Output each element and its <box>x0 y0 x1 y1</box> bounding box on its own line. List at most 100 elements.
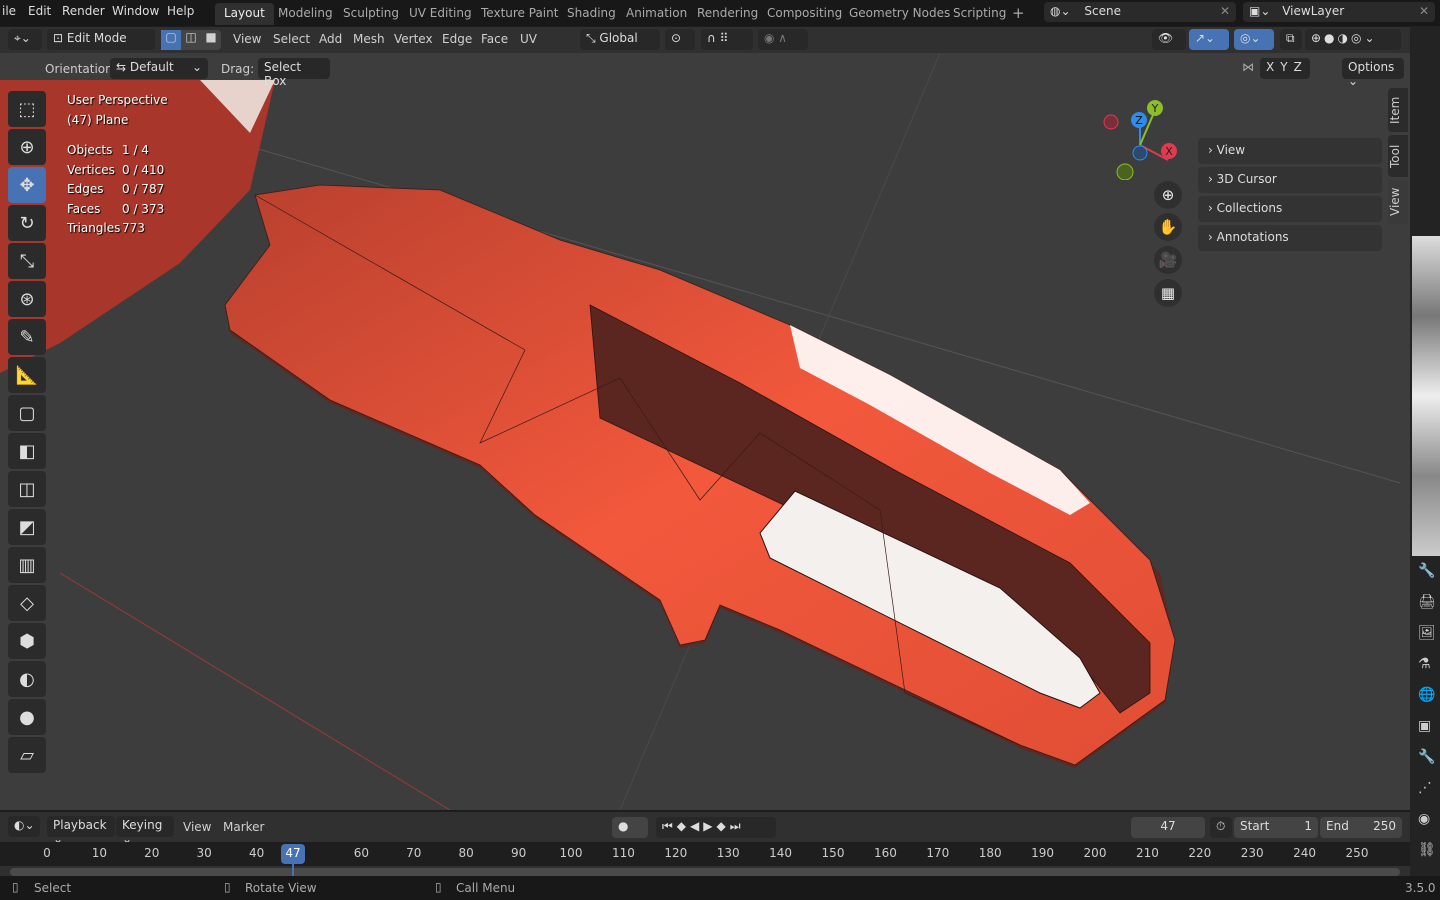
axis-z-toggle[interactable]: Z <box>1294 60 1308 74</box>
face-select-icon[interactable]: ■ <box>201 30 221 50</box>
scale-icon[interactable]: ⤡ <box>8 243 46 279</box>
annotate-icon[interactable]: ✎ <box>8 319 46 355</box>
tab-tool[interactable]: Tool <box>1388 135 1408 177</box>
editor-type-icon[interactable]: ⌖⌄ <box>8 29 42 50</box>
edge-slide-icon[interactable]: ▱ <box>8 737 46 773</box>
navigation-gizmo[interactable]: Y Z X <box>1095 95 1185 180</box>
menu-help[interactable]: Help <box>167 4 194 18</box>
menu-file[interactable]: ile <box>2 4 16 18</box>
vertex-select-icon[interactable]: ▢ <box>161 30 181 50</box>
3d-viewport[interactable]: Orientation: ⇆ Default ⌄ Drag: Select Bo… <box>0 53 1410 810</box>
xray-icon[interactable]: ⧉ <box>1280 29 1302 50</box>
add-workspace-icon[interactable]: + <box>1012 4 1025 22</box>
loop-cut-icon[interactable]: ▥ <box>8 547 46 583</box>
playback-menu[interactable]: Playback ⌄ <box>47 816 115 846</box>
transform-orientation-dropdown[interactable]: ⤡ Global <box>580 29 660 50</box>
tab-view[interactable]: View <box>1388 180 1408 224</box>
mode-dropdown[interactable]: ⊡ Edit Mode <box>47 29 155 50</box>
add-cube-icon[interactable]: ▢ <box>8 395 46 431</box>
menu-edge[interactable]: Edge <box>442 32 472 46</box>
mirror-axes[interactable]: XYZ <box>1260 58 1310 79</box>
stopwatch-icon[interactable]: ⏱ <box>1210 817 1232 838</box>
sidebar-panel: › View › 3D Cursor › Collections › Annot… <box>1198 138 1382 254</box>
close-icon[interactable]: ✕ <box>1220 4 1230 18</box>
playback-controls[interactable]: ⏮◆◀▶◆⏭ <box>656 817 776 838</box>
knife-icon[interactable]: ◇ <box>8 585 46 621</box>
tab-rendering[interactable]: Rendering <box>688 3 767 25</box>
menu-window[interactable]: Window <box>112 4 159 18</box>
tab-texture-paint[interactable]: Texture Paint <box>472 3 567 25</box>
current-frame-field[interactable]: 47 <box>1131 817 1205 838</box>
camera-icon[interactable]: 🎥 <box>1154 246 1182 274</box>
options-dropdown[interactable]: Options ⌄ <box>1342 58 1404 88</box>
snap-icon[interactable]: ∩ ⠿ <box>701 29 753 50</box>
tab-item[interactable]: Item <box>1388 88 1408 132</box>
menu-face[interactable]: Face <box>481 32 508 46</box>
x-axis-line <box>59 572 451 810</box>
axis-y-toggle[interactable]: Y <box>1280 60 1293 74</box>
gizmo-toggle-icon[interactable]: ↗⌄ <box>1189 29 1229 50</box>
playhead[interactable]: 47 <box>281 844 305 864</box>
rotate-icon[interactable]: ↻ <box>8 205 46 241</box>
menu-add[interactable]: Add <box>319 32 342 46</box>
axis-x-toggle[interactable]: X <box>1266 60 1280 74</box>
measure-icon[interactable]: 📐 <box>8 357 46 393</box>
auto-key-icon[interactable]: ● <box>612 817 648 838</box>
mirror-icon[interactable]: ⋈ <box>1242 60 1254 74</box>
close-icon[interactable]: ✕ <box>1419 4 1429 18</box>
bevel-icon[interactable]: ◩ <box>8 509 46 545</box>
timeline-editor-icon[interactable]: ◐⌄ <box>8 816 40 837</box>
grid-view-icon[interactable]: ▦ <box>1154 279 1182 307</box>
extrude-icon[interactable]: ◧ <box>8 433 46 469</box>
select-box-icon[interactable]: ⬚ <box>8 91 46 127</box>
menu-view[interactable]: View <box>233 32 261 46</box>
tab-sculpting[interactable]: Sculpting <box>334 3 408 25</box>
tab-shading[interactable]: Shading <box>558 3 625 25</box>
pivot-icon[interactable]: ⊙ <box>665 29 695 50</box>
drag-dropdown[interactable]: Select Box <box>258 58 330 88</box>
marker-menu[interactable]: Marker <box>223 820 264 834</box>
menu-uv[interactable]: UV <box>520 32 537 46</box>
tab-layout[interactable]: Layout <box>215 3 274 25</box>
move-icon[interactable]: ✥ <box>8 167 46 203</box>
transform-icon[interactable]: ⊛ <box>8 281 46 317</box>
spin-icon[interactable]: ◐ <box>8 661 46 697</box>
menu-select[interactable]: Select <box>273 32 310 46</box>
smooth-icon[interactable]: ● <box>8 699 46 735</box>
view-layer-selector[interactable]: ▣⌄ ViewLayer ✕ <box>1243 2 1435 22</box>
keying-menu[interactable]: Keying ⌄ <box>116 816 174 846</box>
overlay-toggle-icon[interactable]: ◎⌄ <box>1234 29 1274 50</box>
orientation-dropdown[interactable]: ⇆ Default ⌄ <box>110 58 208 79</box>
panel-collections[interactable]: › Collections <box>1198 196 1382 222</box>
timeline-view-menu[interactable]: View <box>183 820 211 834</box>
pan-hand-icon[interactable]: ✋ <box>1154 213 1182 241</box>
properties-tab-icons[interactable]: 🔧🖨🖼⚗🌐▣🔧⋰◉⛓⟓ <box>1418 556 1436 897</box>
tab-compositing[interactable]: Compositing <box>758 3 851 25</box>
frame-ruler[interactable]: 0 10 20 30 40 60 70 80 90 100 110 120 130 140 150 160 17… <box>0 842 1410 876</box>
menu-vertex[interactable]: Vertex <box>394 32 433 46</box>
scene-selector[interactable]: ◍⌄ Scene ✕ <box>1044 2 1236 22</box>
edge-select-icon[interactable]: ◫ <box>181 30 201 50</box>
menu-mesh[interactable]: Mesh <box>353 32 385 46</box>
inset-icon[interactable]: ◫ <box>8 471 46 507</box>
tab-geometry-nodes[interactable]: Geometry Nodes <box>840 3 959 25</box>
poly-build-icon[interactable]: ⬢ <box>8 623 46 659</box>
shading-modes[interactable]: ⊕●◑◎⌄ <box>1305 29 1401 50</box>
timeline-scrollbar[interactable] <box>10 868 1400 876</box>
cursor-icon[interactable]: ⊕ <box>8 129 46 165</box>
tab-uv-editing[interactable]: UV Editing <box>400 3 481 25</box>
menu-render[interactable]: Render <box>62 4 105 18</box>
panel-annotations[interactable]: › Annotations <box>1198 225 1382 251</box>
tab-animation[interactable]: Animation <box>617 3 696 25</box>
menu-edit[interactable]: Edit <box>28 4 51 18</box>
proportional-edit-icon[interactable]: ◉ ∧ <box>758 29 808 50</box>
panel-3d-cursor[interactable]: › 3D Cursor <box>1198 167 1382 193</box>
visibility-icon[interactable]: 👁 <box>1152 29 1186 50</box>
tab-scripting[interactable]: Scripting <box>944 3 1015 25</box>
end-frame-field[interactable]: End 250 <box>1320 817 1402 838</box>
panel-view[interactable]: › View <box>1198 138 1382 164</box>
zoom-icon[interactable]: ⊕ <box>1154 181 1182 209</box>
start-frame-field[interactable]: Start 1 <box>1234 817 1318 838</box>
frame-tick-label: 100 <box>559 846 583 860</box>
tab-modeling[interactable]: Modeling <box>269 3 342 25</box>
